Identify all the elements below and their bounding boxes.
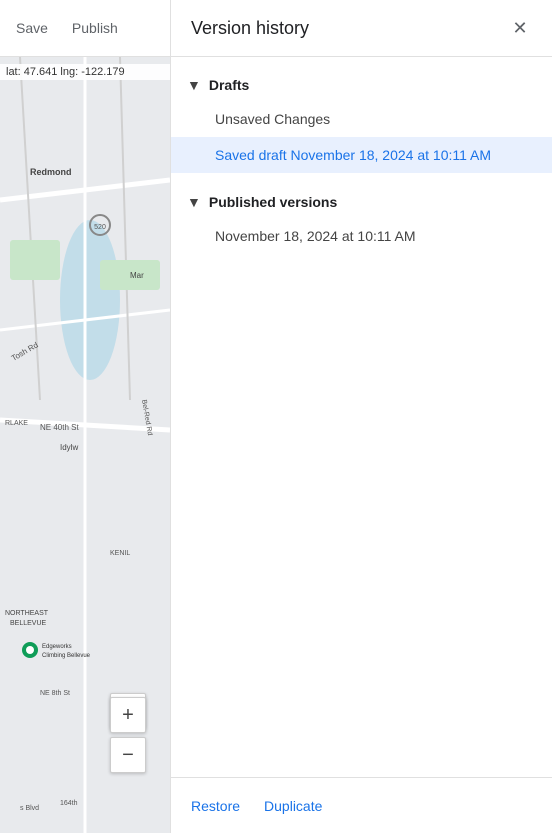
published-chevron-icon: ▼ [187,194,201,210]
drafts-section-title: Drafts [209,77,249,93]
panel-footer: Restore Duplicate [171,777,552,833]
svg-text:520: 520 [94,224,106,231]
unsaved-changes-item[interactable]: Unsaved Changes [171,101,552,137]
svg-text:s Blvd: s Blvd [20,805,39,812]
coordinates-text: lat: 47.641 lng: -122.179 [6,66,125,78]
published-version-item[interactable]: November 18, 2024 at 10:11 AM [171,218,552,254]
svg-text:RLAKE: RLAKE [5,420,28,427]
duplicate-button[interactable]: Duplicate [264,798,322,814]
version-history-panel: Version history ✕ ▼ Drafts Unsaved Chang… [170,0,552,833]
svg-text:BELLEVUE: BELLEVUE [10,620,47,627]
map-toolbar: Save Publish [0,0,170,57]
svg-text:NORTHEAST: NORTHEAST [5,610,49,617]
save-button[interactable]: Save [16,20,48,36]
drafts-section-header[interactable]: ▼ Drafts [171,65,552,101]
svg-text:Idylw: Idylw [60,443,78,452]
zoom-controls: + − [110,697,146,773]
svg-text:Mar: Mar [130,271,144,280]
published-section-title: Published versions [209,194,337,210]
svg-text:NE 40th St: NE 40th St [40,423,79,432]
svg-text:164th: 164th [60,800,78,807]
svg-text:KENIL: KENIL [110,550,130,557]
restore-button[interactable]: Restore [191,798,240,814]
close-button[interactable]: ✕ [508,16,532,40]
zoom-out-button[interactable]: − [110,737,146,773]
map-container: Save Publish 520 Redmond RLAKE Idylw KEN… [0,0,170,833]
published-section-header[interactable]: ▼ Published versions [171,182,552,218]
publish-button[interactable]: Publish [72,20,118,36]
drafts-chevron-icon: ▼ [187,77,201,93]
svg-text:NE 8th St: NE 8th St [40,690,70,697]
map-coordinates: lat: 47.641 lng: -122.179 [0,64,170,80]
svg-text:Redmond: Redmond [30,167,72,177]
svg-text:Climbing Bellevue: Climbing Bellevue [42,653,91,659]
section-divider [171,177,552,178]
saved-draft-item[interactable]: Saved draft November 18, 2024 at 10:11 A… [171,137,552,173]
panel-content: ▼ Drafts Unsaved Changes Saved draft Nov… [171,57,552,777]
svg-text:Edgeworks: Edgeworks [42,644,72,650]
panel-title: Version history [191,18,309,39]
zoom-in-button[interactable]: + [110,697,146,733]
panel-header: Version history ✕ [171,0,552,57]
